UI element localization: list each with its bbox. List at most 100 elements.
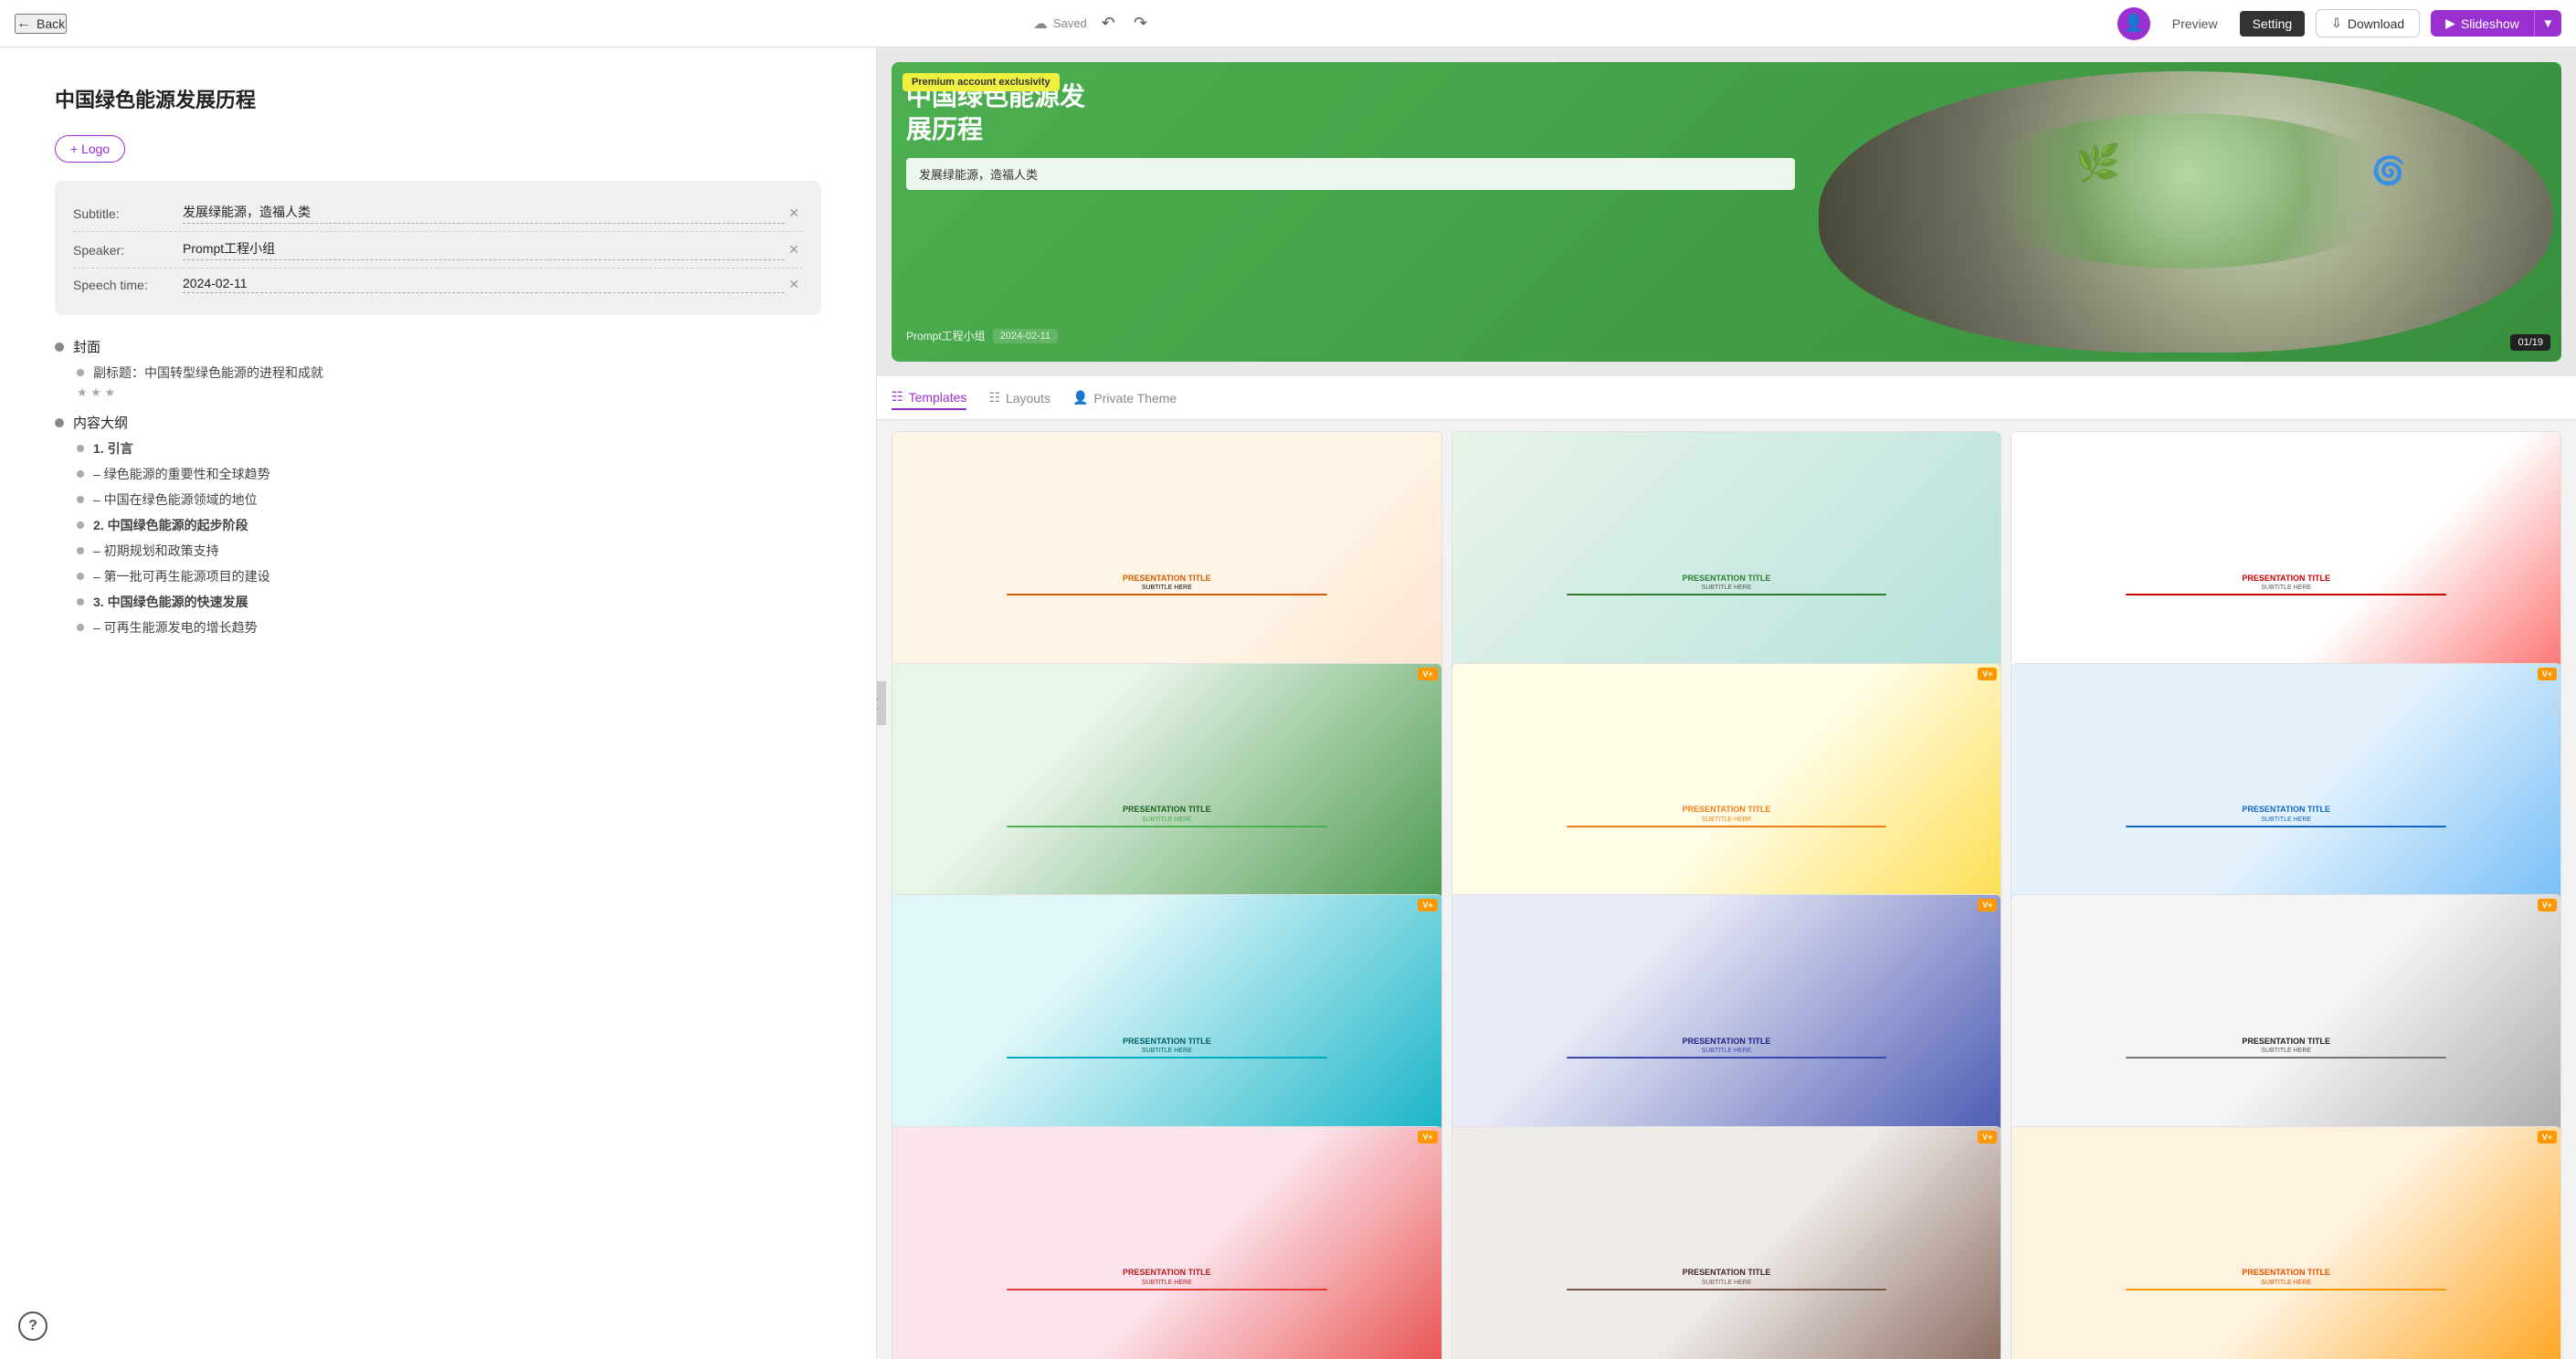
slide-subtitle-box: 发展绿能源，造福人类 [906,158,1795,190]
tab-layouts-label: Layouts [1006,391,1050,406]
tpl-deco-6 [2126,826,2446,827]
speech-time-value[interactable]: 2024-02-11 [183,276,785,293]
outline-contents-text[interactable]: 内容大纲 [73,413,128,432]
template-preview-11: PRESENTATION TITLE SUBTITLE HERE [1452,1127,2001,1359]
tab-templates-label: Templates [909,390,967,405]
speech-time-row: Speech time: 2024-02-11 ✕ [73,269,803,300]
template-card-11[interactable]: PRESENTATION TITLE SUBTITLE HERE V+ [1452,1126,2002,1359]
tpl-deco-2 [1567,594,1887,595]
bullet-importance [77,470,84,478]
speaker-value[interactable]: Prompt工程小组 [183,239,785,260]
tpl-sub-3: SUBTITLE HERE [2261,585,2311,591]
download-icon: ⇩ [2331,16,2342,31]
templates-tabs: ☷ Templates ☷ Layouts 👤 Private Theme [877,376,2576,420]
tpl-sub-10: SUBTITLE HERE [1142,1280,1192,1286]
help-button[interactable]: ? [18,1312,48,1341]
slideshow-btn-group: ▶ Slideshow ▼ [2431,10,2561,37]
outline-item-contents: 内容大纲 [55,413,821,432]
tpl-deco-7 [1007,1057,1327,1059]
tpl-title-11: PRESENTATION TITLE [1683,1268,1771,1278]
speaker-row: Speaker: Prompt工程小组 ✕ [73,232,803,269]
tpl-sub-7: SUBTITLE HERE [1142,1048,1192,1054]
setting-button[interactable]: Setting [2240,11,2306,37]
tab-templates[interactable]: ☷ Templates [892,385,966,410]
slide-image-container: 🌿 🌀 [1810,62,2561,362]
slideshow-label: Slideshow [2461,16,2519,31]
tpl-sub-5: SUBTITLE HERE [1702,816,1752,823]
outline-subtitle-text[interactable]: 副标题：中国转型绿色能源的进程和成就 [93,363,323,382]
tpl-title-7: PRESENTATION TITLE [1123,1037,1211,1047]
tpl-sub-12: SUBTITLE HERE [2261,1280,2311,1286]
tpl-deco-1 [1007,594,1327,595]
outline-planning-text[interactable]: – 初期规划和政策支持 [93,542,219,560]
download-button[interactable]: ⇩ Download [2316,9,2420,37]
outline-item-rapid: 3. 中国绿色能源的快速发展 [77,593,821,611]
speech-time-clear[interactable]: ✕ [785,277,803,292]
topbar-right: 👤 Preview Setting ⇩ Download ▶ Slideshow… [2117,7,2561,40]
speaker-clear[interactable]: ✕ [785,242,803,258]
tpl-sub-8: SUBTITLE HERE [1702,1048,1752,1054]
slide-date: 2024-02-11 [993,329,1058,343]
bullet-planning [77,547,84,554]
tpl-sub-6: SUBTITLE HERE [2261,816,2311,823]
bullet-first-batch [77,573,84,580]
subtitle-clear[interactable]: ✕ [785,205,803,221]
bullet-subtitle [77,369,84,376]
outline-item-cover: 封面 [55,337,821,356]
vip-badge-9: V+ [2538,899,2557,911]
templates-grid: PRESENTATION TITLE SUBTITLE HERE PRESENT… [877,420,2576,1359]
bullet-cover [55,342,64,352]
tpl-title-10: PRESENTATION TITLE [1123,1268,1211,1278]
windmill-icon: 🌀 [2371,155,2405,187]
outline-item-china-position: – 中国在绿色能源领域的地位 [77,490,821,509]
undo-button[interactable]: ↶ [1098,10,1119,37]
outline-importance-text[interactable]: – 绿色能源的重要性和全球趋势 [93,465,270,483]
collapse-panel-button[interactable]: ❮ [877,681,886,725]
bulb-glow [1966,113,2406,268]
outline-first-batch-text[interactable]: – 第一批可再生能源项目的建设 [93,567,270,585]
avatar-button[interactable]: 👤 [2117,7,2150,40]
doc-title: 中国绿色能源发展历程 [55,84,821,113]
back-label: Back [37,16,65,31]
outline-early-stage-text[interactable]: 2. 中国绿色能源的起步阶段 [93,516,248,534]
tpl-title-4: PRESENTATION TITLE [1123,805,1211,815]
presentation-icon: ▶ [2445,16,2455,31]
vip-badge-5: V+ [1978,668,1997,680]
tpl-title-2: PRESENTATION TITLE [1683,574,1771,584]
outline-item-first-batch: – 第一批可再生能源项目的建设 [77,567,821,585]
tpl-title-9: PRESENTATION TITLE [2242,1037,2330,1047]
outline-item-importance: – 绿色能源的重要性和全球趋势 [77,465,821,483]
tpl-deco-11 [1567,1289,1887,1291]
outline-growth-text[interactable]: – 可再生能源发电的增长趋势 [93,618,258,637]
template-card-12[interactable]: PRESENTATION TITLE SUBTITLE HERE V+ [2011,1126,2561,1359]
topbar-left: ← Back [15,14,67,34]
bullet-growth [77,624,84,631]
outline-rapid-text[interactable]: 3. 中国绿色能源的快速发展 [93,593,248,611]
bullet-early-stage [77,521,84,529]
tpl-deco-5 [1567,826,1887,827]
outline-cover-text[interactable]: 封面 [73,337,100,356]
slide-left: 中国绿色能源发展历程 发展绿能源，造福人类 Prompt工程小组 2024-02… [892,62,1810,362]
outline-intro-text[interactable]: 1. 引言 [93,439,133,458]
preview-button[interactable]: Preview [2161,11,2229,37]
redo-button[interactable]: ↷ [1130,10,1151,37]
tpl-title-12: PRESENTATION TITLE [2242,1268,2330,1278]
subtitle-value[interactable]: 发展绿能源，造福人类 [183,203,785,224]
outline-section: 封面 副标题：中国转型绿色能源的进程和成就 ★ ★ ★ 内容大纲 1. 引言 –… [55,337,821,637]
logo-button[interactable]: + Logo [55,135,125,163]
slide-content: 中国绿色能源发展历程 发展绿能源，造福人类 Prompt工程小组 2024-02… [892,62,2561,362]
layouts-icon: ☷ [988,390,1000,406]
bullet-china-position [77,496,84,503]
speech-time-label: Speech time: [73,278,183,292]
tab-layouts[interactable]: ☷ Layouts [988,386,1050,409]
subtitle-label: Subtitle: [73,206,183,221]
slide-right: 🌿 🌀 [1810,62,2561,362]
slide-speaker: Prompt工程小组 [906,328,986,343]
template-card-10[interactable]: PRESENTATION TITLE SUBTITLE HERE V+ [892,1126,1442,1359]
tree-icon: 🌿 [2075,142,2121,184]
back-button[interactable]: ← Back [15,14,67,34]
slideshow-button[interactable]: ▶ Slideshow [2431,10,2534,37]
slideshow-dropdown-button[interactable]: ▼ [2534,10,2561,37]
tab-private-theme[interactable]: 👤 Private Theme [1072,386,1177,409]
outline-china-position-text[interactable]: – 中国在绿色能源领域的地位 [93,490,258,509]
